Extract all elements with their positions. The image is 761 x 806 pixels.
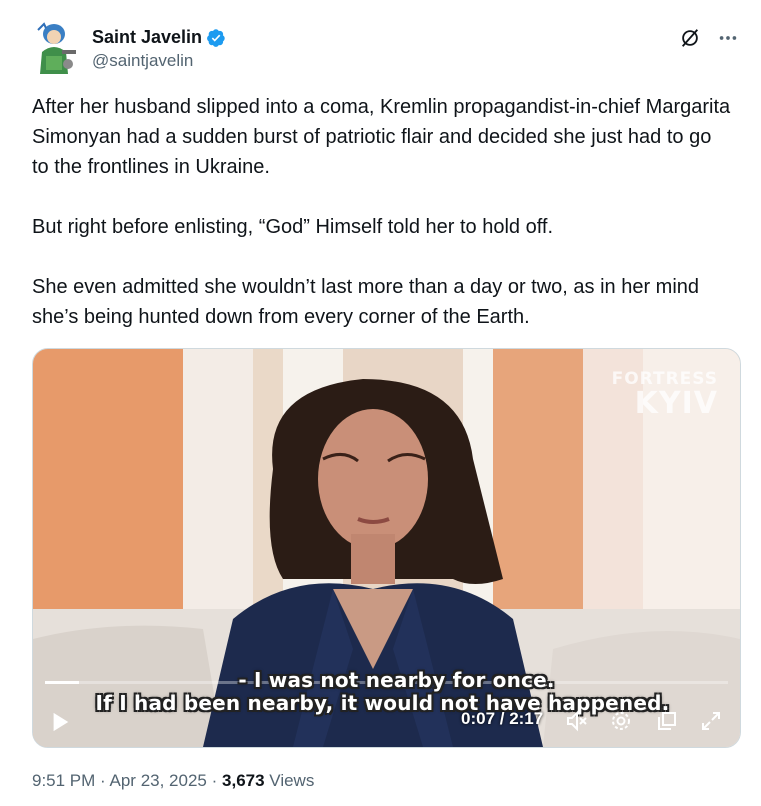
- tweet-paragraph: But right before enlisting, “God” Himsel…: [32, 216, 554, 238]
- avatar[interactable]: [32, 22, 80, 76]
- video-time: 0:07 / 2:17: [461, 709, 544, 728]
- tweet-header: Saint Javelin @saintjavelin: [32, 18, 744, 78]
- tweet-paragraph: After her husband slipped into a coma, K…: [32, 96, 731, 178]
- display-name[interactable]: Saint Javelin: [92, 27, 202, 48]
- play-icon[interactable]: [49, 711, 71, 733]
- grok-icon: [681, 29, 699, 47]
- video-controls: 0:07 / 2:17: [33, 695, 740, 747]
- author-handle[interactable]: @saintjavelin: [92, 51, 193, 71]
- grok-button[interactable]: [678, 26, 702, 50]
- meta-separator: ·: [100, 771, 106, 790]
- tweet-text: After her husband slipped into a coma, K…: [32, 92, 732, 332]
- tweet-time[interactable]: 9:51 PM: [32, 771, 95, 790]
- popout-icon[interactable]: [655, 709, 679, 733]
- subtitle-line-1: - I was not nearby for once.: [238, 668, 555, 692]
- tweet-meta: 9:51 PM · Apr 23, 2025 · 3,673 Views: [32, 771, 314, 791]
- more-dots-icon: [719, 36, 737, 40]
- video-watermark: FORTRESS KYIV: [612, 369, 718, 419]
- illustrated-avatar-icon: [32, 22, 80, 76]
- tweet-top-actions: [678, 26, 740, 50]
- tweet-date[interactable]: Apr 23, 2025: [110, 771, 207, 790]
- views-count: 3,673: [222, 771, 265, 790]
- video-player[interactable]: FORTRESS KYIV - I was not nearby for onc…: [32, 348, 741, 748]
- watermark-bottom: KYIV: [634, 386, 718, 421]
- author-name-row[interactable]: Saint Javelin: [92, 27, 226, 48]
- mute-icon[interactable]: [565, 709, 589, 733]
- fullscreen-icon[interactable]: [699, 709, 723, 733]
- meta-separator: ·: [211, 771, 218, 790]
- verified-badge-icon: [207, 28, 225, 47]
- settings-icon[interactable]: [609, 709, 633, 733]
- views-label: Views: [269, 771, 315, 790]
- more-button[interactable]: [716, 26, 740, 50]
- tweet-paragraph: She even admitted she wouldn’t last more…: [32, 276, 700, 328]
